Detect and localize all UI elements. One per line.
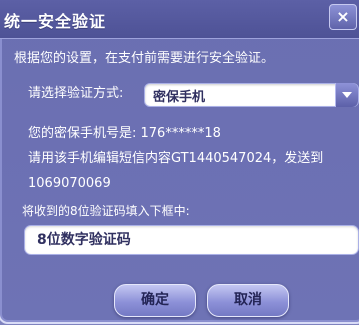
method-label: 请选择验证方式: (28, 86, 124, 101)
verification-method-select[interactable]: 密保手机 (144, 83, 359, 107)
verification-method-value: 密保手机 (153, 90, 206, 105)
chevron-down-icon[interactable] (335, 83, 358, 107)
code-label: 将收到的8位验证码填入下框中: (22, 204, 190, 218)
sms-number-text: 1069070069 (28, 176, 111, 191)
close-icon: × (336, 7, 350, 26)
intro-text: 根据您的设置，在支付前需要进行安全验证。 (14, 51, 275, 66)
close-button[interactable]: × (329, 4, 357, 30)
sms-instruction-text: 请用该手机编辑短信内容GT1440547024，发送到 (28, 151, 324, 166)
cancel-button[interactable]: 取消 (207, 284, 289, 317)
verification-code-input[interactable] (24, 225, 359, 255)
phone-number-text: 您的密保手机号是: 176******18 (28, 126, 221, 141)
dialog-title: 统一安全验证 (4, 12, 107, 31)
confirm-button[interactable]: 确定 (114, 284, 196, 317)
dialog-titlebar: 统一安全验证 × (0, 0, 359, 39)
